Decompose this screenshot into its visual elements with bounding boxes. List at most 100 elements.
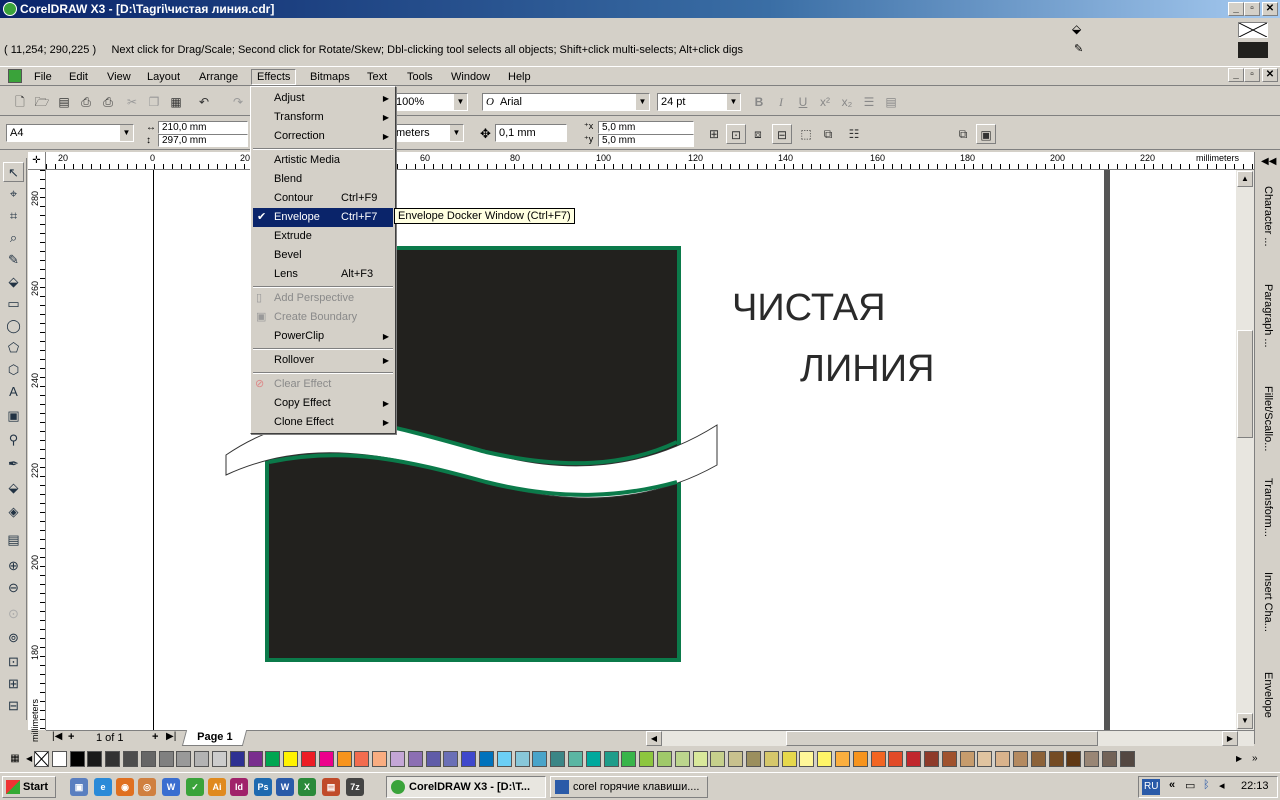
docker-tab-transform[interactable]: Transform... — [1258, 478, 1278, 537]
ellipse-tool-icon[interactable]: ◯ — [3, 316, 24, 336]
menu-item-rollover[interactable]: Rollover ▶ — [253, 351, 393, 370]
color-swatch[interactable] — [977, 751, 993, 767]
scroll-thumb[interactable] — [1237, 330, 1253, 438]
edit-text-icon[interactable]: ▤ — [881, 92, 901, 112]
cut-icon[interactable]: ✂ — [122, 92, 142, 112]
network-icon[interactable]: ▭ — [1185, 779, 1195, 792]
add-page-after-icon[interactable]: + — [152, 731, 158, 743]
outline-color-swatch[interactable] — [1238, 42, 1268, 58]
task-coreldraw[interactable]: CorelDRAW X3 - [D:\T... — [386, 776, 546, 798]
color-swatch[interactable] — [229, 751, 245, 767]
word-icon[interactable]: W — [162, 778, 180, 796]
scroll-left-icon[interactable]: ◀ — [646, 731, 662, 746]
zoom-in-icon[interactable]: ⊕ — [3, 556, 24, 576]
align-icon[interactable]: ☰ — [859, 92, 879, 112]
bluetooth-icon[interactable]: ᛒ — [1203, 779, 1210, 791]
start-button[interactable]: Start — [2, 776, 56, 798]
ruler-corner[interactable]: ✛ — [28, 152, 46, 170]
color-swatch[interactable] — [710, 751, 726, 767]
coreldraw-icon[interactable]: ✓ — [186, 778, 204, 796]
page-tab[interactable]: Page 1 — [181, 730, 248, 746]
menu-item-blend[interactable]: Blend — [253, 170, 393, 189]
menu-effects[interactable]: Effects — [251, 69, 297, 85]
ie-icon[interactable]: e — [94, 778, 112, 796]
color-swatch[interactable] — [1066, 751, 1082, 767]
print-merge-icon[interactable]: ⎙ — [98, 92, 118, 112]
color-swatch[interactable] — [123, 751, 138, 767]
zoom-out-icon[interactable]: ⊖ — [3, 578, 24, 598]
swatch-none[interactable] — [34, 751, 49, 767]
photoshop-icon[interactable]: Ps — [254, 778, 272, 796]
menu-view[interactable]: View — [102, 69, 136, 85]
units-select[interactable]: meters ▼ — [392, 124, 464, 142]
paper-type-select[interactable]: A4 ▼ — [6, 124, 134, 142]
zoom-page-icon[interactable]: ⊡ — [3, 652, 24, 672]
snap-grid-icon[interactable]: ⊞ — [704, 124, 724, 144]
color-swatch[interactable] — [924, 751, 939, 767]
color-swatch[interactable] — [212, 751, 227, 767]
zoom-tool-icon[interactable]: ⌕ — [3, 228, 24, 248]
minimize-button[interactable]: _ — [1228, 2, 1244, 16]
docker-tab-paragraph[interactable]: Paragraph ... — [1258, 284, 1278, 348]
color-swatch[interactable] — [390, 751, 405, 767]
color-swatch[interactable] — [336, 751, 352, 767]
underline-icon[interactable]: U — [793, 92, 813, 112]
menu-item-transform[interactable]: Transform ▶ — [253, 108, 393, 127]
paper-height-field[interactable]: 297,0 mm — [158, 134, 248, 147]
subscript-icon[interactable]: x₂ — [837, 92, 857, 112]
color-swatch[interactable] — [425, 751, 441, 767]
color-swatch[interactable] — [746, 751, 761, 767]
color-swatch[interactable] — [1013, 751, 1028, 767]
docker-tab-envelope[interactable]: Envelope — [1258, 672, 1278, 718]
docker-collapse-icon[interactable]: ◀◀ — [1261, 156, 1276, 167]
undo-icon[interactable]: ↶ — [194, 92, 214, 112]
outline-tool-icon[interactable]: ✒ — [3, 454, 24, 474]
color-swatch[interactable] — [603, 751, 619, 767]
zoom-selected-icon[interactable]: ⊙ — [3, 604, 24, 624]
docker-tab-insert-char[interactable]: Insert Cha... — [1258, 572, 1278, 632]
color-swatch[interactable] — [265, 751, 281, 767]
color-swatch[interactable] — [105, 751, 121, 767]
snap-objects-icon[interactable]: ⧈ — [748, 124, 768, 144]
menu-item-extrude[interactable]: Extrude — [253, 227, 393, 246]
treat-as-filled-icon[interactable]: ⬚ — [796, 124, 816, 144]
last-page-icon[interactable]: ▶| — [166, 731, 176, 742]
doc-minimize-button[interactable]: _ — [1228, 68, 1244, 82]
color-swatch[interactable] — [674, 751, 690, 767]
palette-expand-icon[interactable]: » — [1252, 751, 1264, 767]
polygon-tool-icon[interactable]: ⬠ — [3, 338, 24, 358]
7zip-icon[interactable]: 7z — [346, 778, 364, 796]
color-swatch[interactable] — [301, 751, 316, 767]
menu-item-adjust[interactable]: Adjust ▶ — [253, 89, 393, 108]
color-swatch[interactable] — [69, 751, 85, 767]
color-swatch[interactable] — [140, 751, 156, 767]
horizontal-ruler[interactable]: 20 0 20 40 60 80 100 120 140 160 180 200… — [46, 152, 1254, 170]
color-swatch[interactable] — [639, 751, 655, 767]
text-tool-icon[interactable]: A — [3, 382, 24, 402]
fill-tool-icon[interactable]: ⬙ — [3, 478, 24, 498]
basic-shapes-tool-icon[interactable]: ⬡ — [3, 360, 24, 380]
font-size-select[interactable]: 24 pt ▼ — [657, 93, 741, 111]
color-swatch[interactable] — [870, 751, 886, 767]
fill-bucket-icon[interactable]: ⬙ — [1072, 22, 1086, 36]
font-name-select[interactable]: O Arial ▼ — [482, 93, 650, 111]
zoom-level-select[interactable]: 100% ▼ — [392, 93, 468, 111]
color-swatch[interactable] — [532, 751, 548, 767]
pick-tool-icon[interactable]: ↖ — [3, 162, 24, 182]
duplicate-y-field[interactable]: 5,0 mm — [598, 134, 694, 147]
menu-file[interactable]: File — [29, 69, 57, 85]
color-swatch[interactable] — [318, 751, 334, 767]
freehand-tool-icon[interactable]: ✎ — [3, 250, 24, 270]
color-swatch[interactable] — [585, 751, 601, 767]
color-swatch[interactable] — [888, 751, 904, 767]
paste-icon[interactable]: ▦ — [166, 92, 186, 112]
menu-layout[interactable]: Layout — [142, 69, 185, 85]
add-page-before-icon[interactable]: + — [68, 731, 74, 743]
color-swatch[interactable] — [514, 751, 530, 767]
rectangle-tool-icon[interactable]: ▭ — [3, 294, 24, 314]
doc-restore-button[interactable]: ▫ — [1244, 68, 1260, 82]
interactive-blend-tool-icon[interactable]: ▣ — [3, 406, 24, 426]
color-swatch[interactable] — [835, 751, 850, 767]
color-swatch[interactable] — [817, 751, 833, 767]
color-swatch[interactable] — [1084, 751, 1100, 767]
